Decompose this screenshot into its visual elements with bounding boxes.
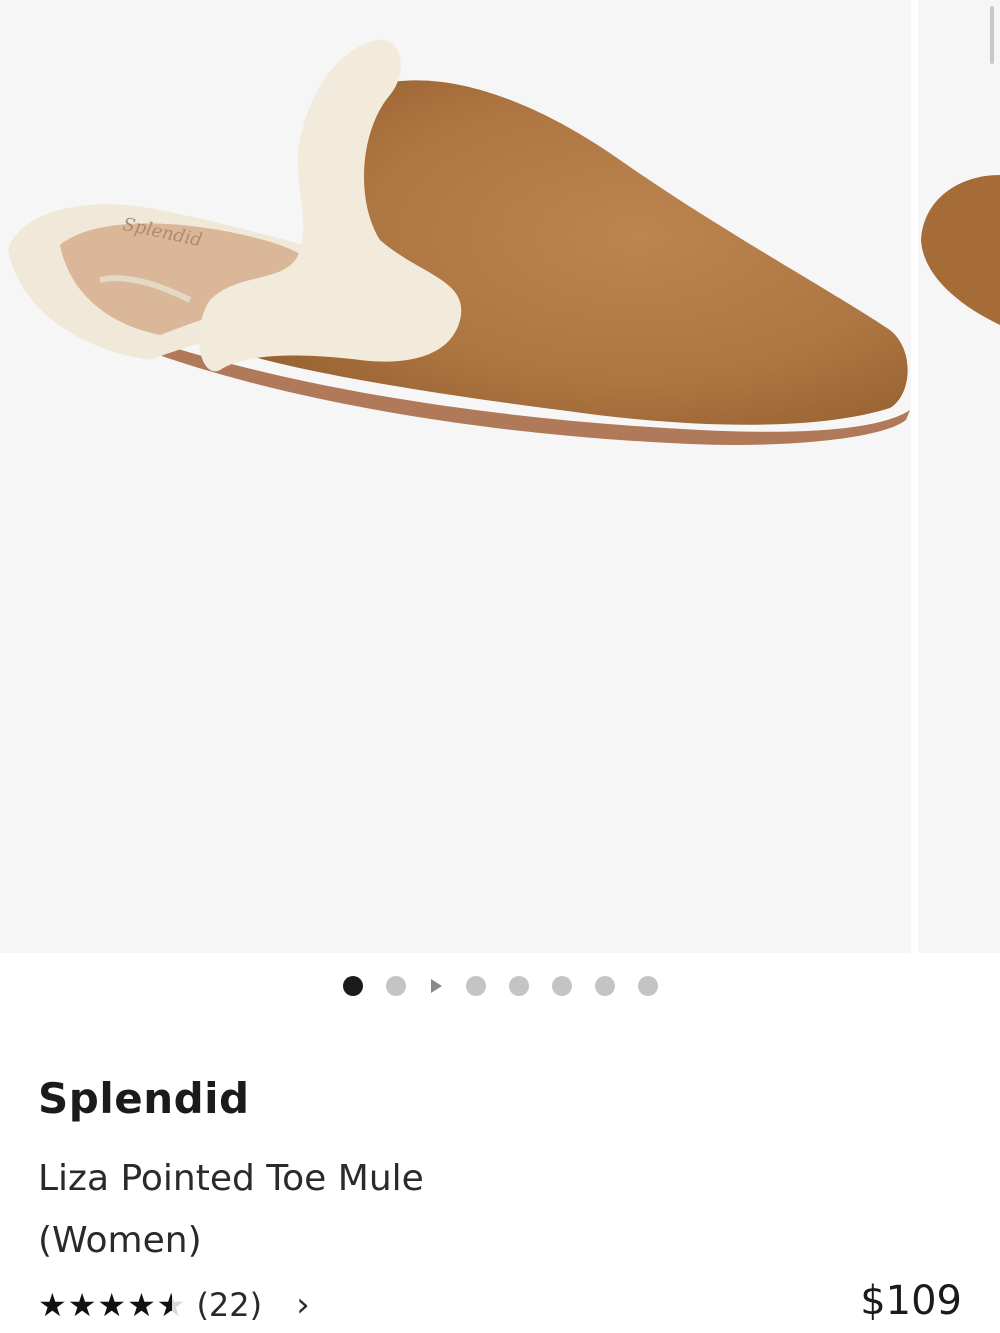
page-dot[interactable] (638, 976, 658, 996)
rating-row[interactable]: ★★★★★ ★★★★★ (22) › (38, 1283, 310, 1327)
price: $109 (860, 1278, 962, 1324)
star-rating-icon: ★★★★★ ★★★★★ (38, 1286, 187, 1324)
page-dot[interactable] (595, 976, 615, 996)
page-dot-active[interactable] (343, 976, 363, 996)
shoe-image (8, 39, 910, 445)
product-title: Liza Pointed Toe Mule (Women) (38, 1148, 638, 1272)
product-image-main[interactable]: Splendid (0, 0, 911, 953)
review-count[interactable]: (22) (196, 1286, 262, 1324)
brand-name[interactable]: Splendid (38, 1074, 250, 1123)
scroll-indicator (990, 6, 994, 64)
page-dot[interactable] (386, 976, 406, 996)
page-dot[interactable] (552, 976, 572, 996)
play-icon[interactable] (431, 979, 442, 993)
image-gallery[interactable]: Splendid (0, 0, 1000, 953)
chevron-right-icon[interactable]: › (296, 1285, 310, 1325)
page-dot[interactable] (509, 976, 529, 996)
product-title-line1: Liza Pointed Toe Mule (38, 1158, 424, 1199)
shoe-image-next (921, 175, 1000, 325)
gallery-pagination[interactable] (0, 974, 1000, 998)
product-image-next[interactable] (918, 0, 1000, 953)
page-dot[interactable] (466, 976, 486, 996)
product-title-line2: (Women) (38, 1220, 202, 1261)
